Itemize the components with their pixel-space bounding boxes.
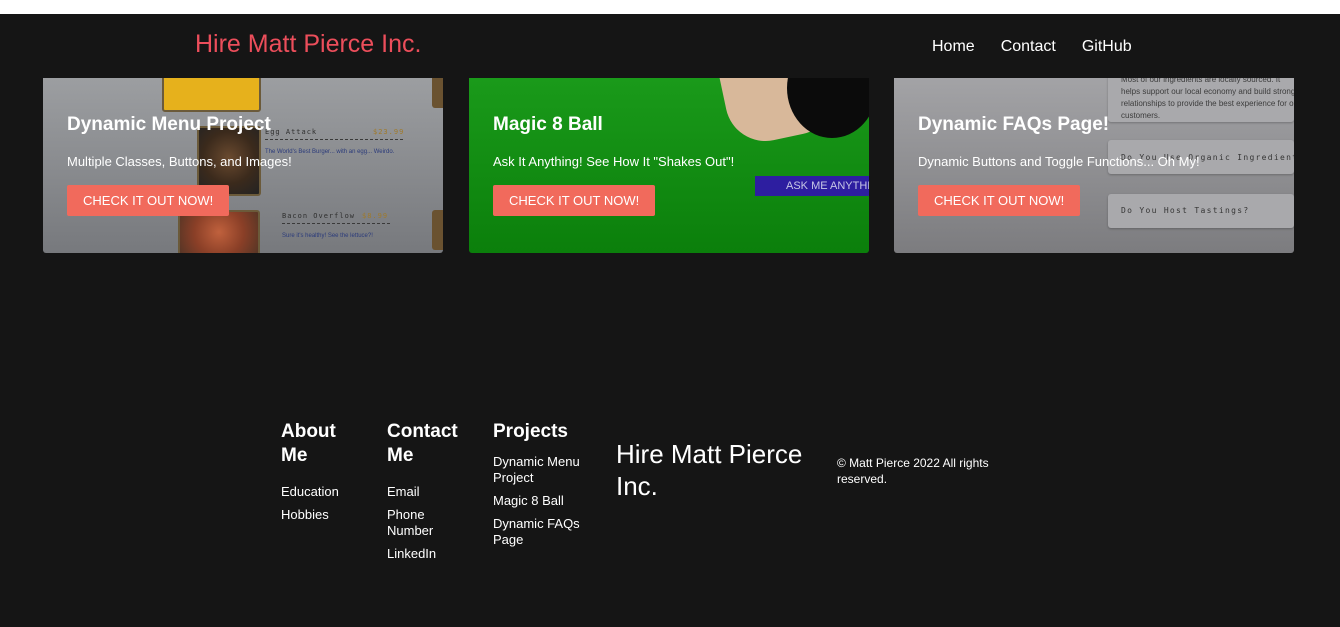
footer-link-linkedin[interactable]: LinkedIn: [387, 546, 467, 562]
nav-github[interactable]: GitHub: [1082, 38, 1132, 56]
check-it-out-button[interactable]: CHECK IT OUT NOW!: [918, 185, 1081, 216]
faq-preview-answer: Most of our ingredients are locally sour…: [1121, 78, 1294, 120]
card-description: Dynamic Buttons and Toggle Functions... …: [918, 154, 1200, 169]
menu-preview-image: [432, 210, 443, 250]
footer-link-phone[interactable]: Phone Number: [387, 507, 467, 539]
footer-copyright: © Matt Pierce 2022 All rights reserved.: [837, 456, 989, 486]
navbar: Hire Matt Pierce Inc. Home Contact GitHu…: [0, 14, 1340, 78]
footer-contact-column: Contact Me Email Phone Number LinkedIn: [387, 420, 467, 569]
project-card-faqs: Most of our ingredients are locally sour…: [894, 78, 1294, 253]
card-title: Dynamic FAQs Page!: [918, 114, 1110, 135]
footer-about-column: About Me Education Hobbies: [281, 420, 361, 530]
check-it-out-button[interactable]: CHECK IT OUT NOW!: [493, 185, 656, 216]
check-it-out-button[interactable]: CHECK IT OUT NOW!: [67, 185, 230, 216]
menu-preview-item: Bacon Overflow: [282, 212, 356, 220]
top-strip: [0, 0, 1340, 14]
menu-preview-divider: [265, 139, 403, 140]
project-card-magic-8-ball: ASK ME ANYTHING Magic 8 Ball Ask It Anyt…: [469, 78, 869, 253]
footer-link-menu-project[interactable]: Dynamic Menu Project: [493, 454, 583, 486]
menu-preview-image: [432, 78, 443, 108]
ask-me-anything-preview: ASK ME ANYTHING: [755, 176, 869, 196]
menu-preview-item: Egg Attack: [265, 128, 318, 136]
footer-brand: Hire Matt Pierce Inc.: [616, 439, 803, 501]
faq-preview-question: Do You Host Tastings?: [1121, 206, 1250, 215]
footer-link-hobbies[interactable]: Hobbies: [281, 507, 361, 523]
footer-link-email[interactable]: Email: [387, 484, 467, 500]
footer: About Me Education Hobbies Contact Me Em…: [0, 400, 1340, 627]
card-description: Ask It Anything! See How It "Shakes Out"…: [493, 154, 735, 169]
nav-links: Home Contact GitHub: [932, 38, 1132, 56]
site-brand[interactable]: Hire Matt Pierce Inc.: [195, 30, 421, 59]
footer-link-faqs-page[interactable]: Dynamic FAQs Page: [493, 516, 583, 548]
footer-link-magic-8-ball[interactable]: Magic 8 Ball: [493, 493, 583, 509]
nav-contact[interactable]: Contact: [1001, 38, 1056, 56]
card-description: Multiple Classes, Buttons, and Images!: [67, 154, 292, 169]
footer-projects-column: Projects Dynamic Menu Project Magic 8 Ba…: [493, 420, 583, 555]
card-title: Magic 8 Ball: [493, 114, 603, 135]
footer-link-education[interactable]: Education: [281, 484, 361, 500]
menu-preview-divider: [282, 223, 390, 224]
project-card-menu: Egg Attack $23.99 The World's Best Burge…: [43, 78, 443, 253]
menu-preview-image: [178, 210, 260, 253]
card-title: Dynamic Menu Project: [67, 114, 271, 135]
menu-preview-price: $8.99: [362, 212, 389, 220]
footer-heading-projects: Projects: [493, 421, 568, 442]
menu-preview-image: [162, 78, 261, 112]
footer-heading-about: About Me: [281, 421, 336, 466]
menu-preview-price: $23.99: [373, 128, 405, 136]
footer-heading-contact: Contact Me: [387, 421, 458, 466]
nav-home[interactable]: Home: [932, 38, 975, 56]
menu-preview-desc: Sure it's healthy! See the lettuce?!: [282, 233, 373, 239]
